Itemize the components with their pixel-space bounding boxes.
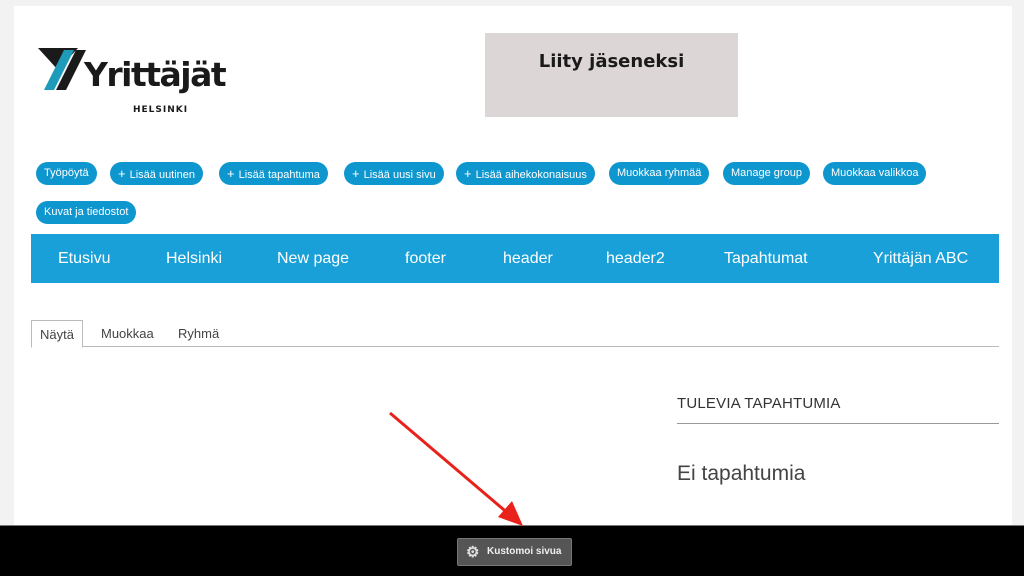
plus-icon: + (352, 166, 360, 181)
join-label: Liity jäseneksi (538, 51, 685, 72)
nav-item-tapahtumat[interactable]: Tapahtumat (724, 234, 808, 283)
add-event-label: Lisää tapahtuma (238, 169, 320, 181)
tab-group[interactable]: Ryhmä (170, 320, 227, 347)
edit-group-button[interactable]: Muokkaa ryhmää (609, 162, 710, 185)
media-files-button[interactable]: Kuvat ja tiedostot (36, 201, 137, 224)
media-files-label: Kuvat ja tiedostot (44, 206, 129, 218)
edit-menu-label: Muokkaa valikkoa (831, 167, 919, 179)
plus-icon: + (118, 166, 126, 181)
edit-menu-button[interactable]: Muokkaa valikkoa (823, 162, 927, 185)
annotation-arrow-icon (389, 411, 523, 526)
customize-page-button[interactable]: ⚙ Kustomoi sivua (457, 538, 572, 566)
customize-page-label: Kustomoi sivua (487, 546, 562, 557)
sidebar-divider (677, 423, 999, 424)
nav-item-header[interactable]: header (503, 234, 553, 283)
plus-icon: + (464, 166, 472, 181)
nav-item-footer[interactable]: footer (405, 234, 446, 283)
logo-wordmark: Yrittäjät (84, 55, 227, 94)
join-banner[interactable]: Liity jäseneksi (485, 33, 738, 117)
add-page-label: Lisää uusi sivu (363, 169, 436, 181)
tab-view[interactable]: Näytä (31, 320, 83, 348)
upcoming-events-title: TULEVIA TAPAHTUMIA (677, 395, 841, 412)
add-news-label: Lisää uutinen (129, 169, 196, 181)
manage-group-button[interactable]: Manage group (723, 162, 810, 185)
add-page-button[interactable]: + Lisää uusi sivu (344, 162, 444, 185)
logo-subtitle: HELSINKI (133, 105, 189, 115)
nav-item-header2[interactable]: header2 (606, 234, 665, 283)
nav-item-new-page[interactable]: New page (277, 234, 349, 283)
nav-item-etusivu[interactable]: Etusivu (58, 234, 110, 283)
nav-item-helsinki[interactable]: Helsinki (166, 234, 222, 283)
logo[interactable]: Yrittäjät HELSINKI (38, 48, 228, 120)
nav-item-yrittajan-abc[interactable]: Yrittäjän ABC (873, 234, 968, 283)
manage-group-label: Manage group (731, 167, 802, 179)
gear-icon: ⚙ (466, 544, 480, 561)
dashboard-button[interactable]: Työpöytä (36, 162, 97, 185)
add-event-button[interactable]: + Lisää tapahtuma (219, 162, 328, 185)
no-events-text: Ei tapahtumia (677, 462, 806, 485)
add-topic-label: Lisää aihekokonaisuus (475, 169, 587, 181)
add-topic-button[interactable]: + Lisää aihekokonaisuus (456, 162, 595, 185)
edit-group-label: Muokkaa ryhmää (617, 167, 702, 179)
logo-mark-icon (38, 48, 86, 90)
plus-icon: + (227, 166, 235, 181)
tab-edit[interactable]: Muokkaa (93, 320, 162, 347)
add-news-button[interactable]: + Lisää uutinen (110, 162, 204, 185)
main-navigation: Etusivu Helsinki New page footer header … (31, 234, 999, 283)
dashboard-label: Työpöytä (44, 167, 89, 179)
